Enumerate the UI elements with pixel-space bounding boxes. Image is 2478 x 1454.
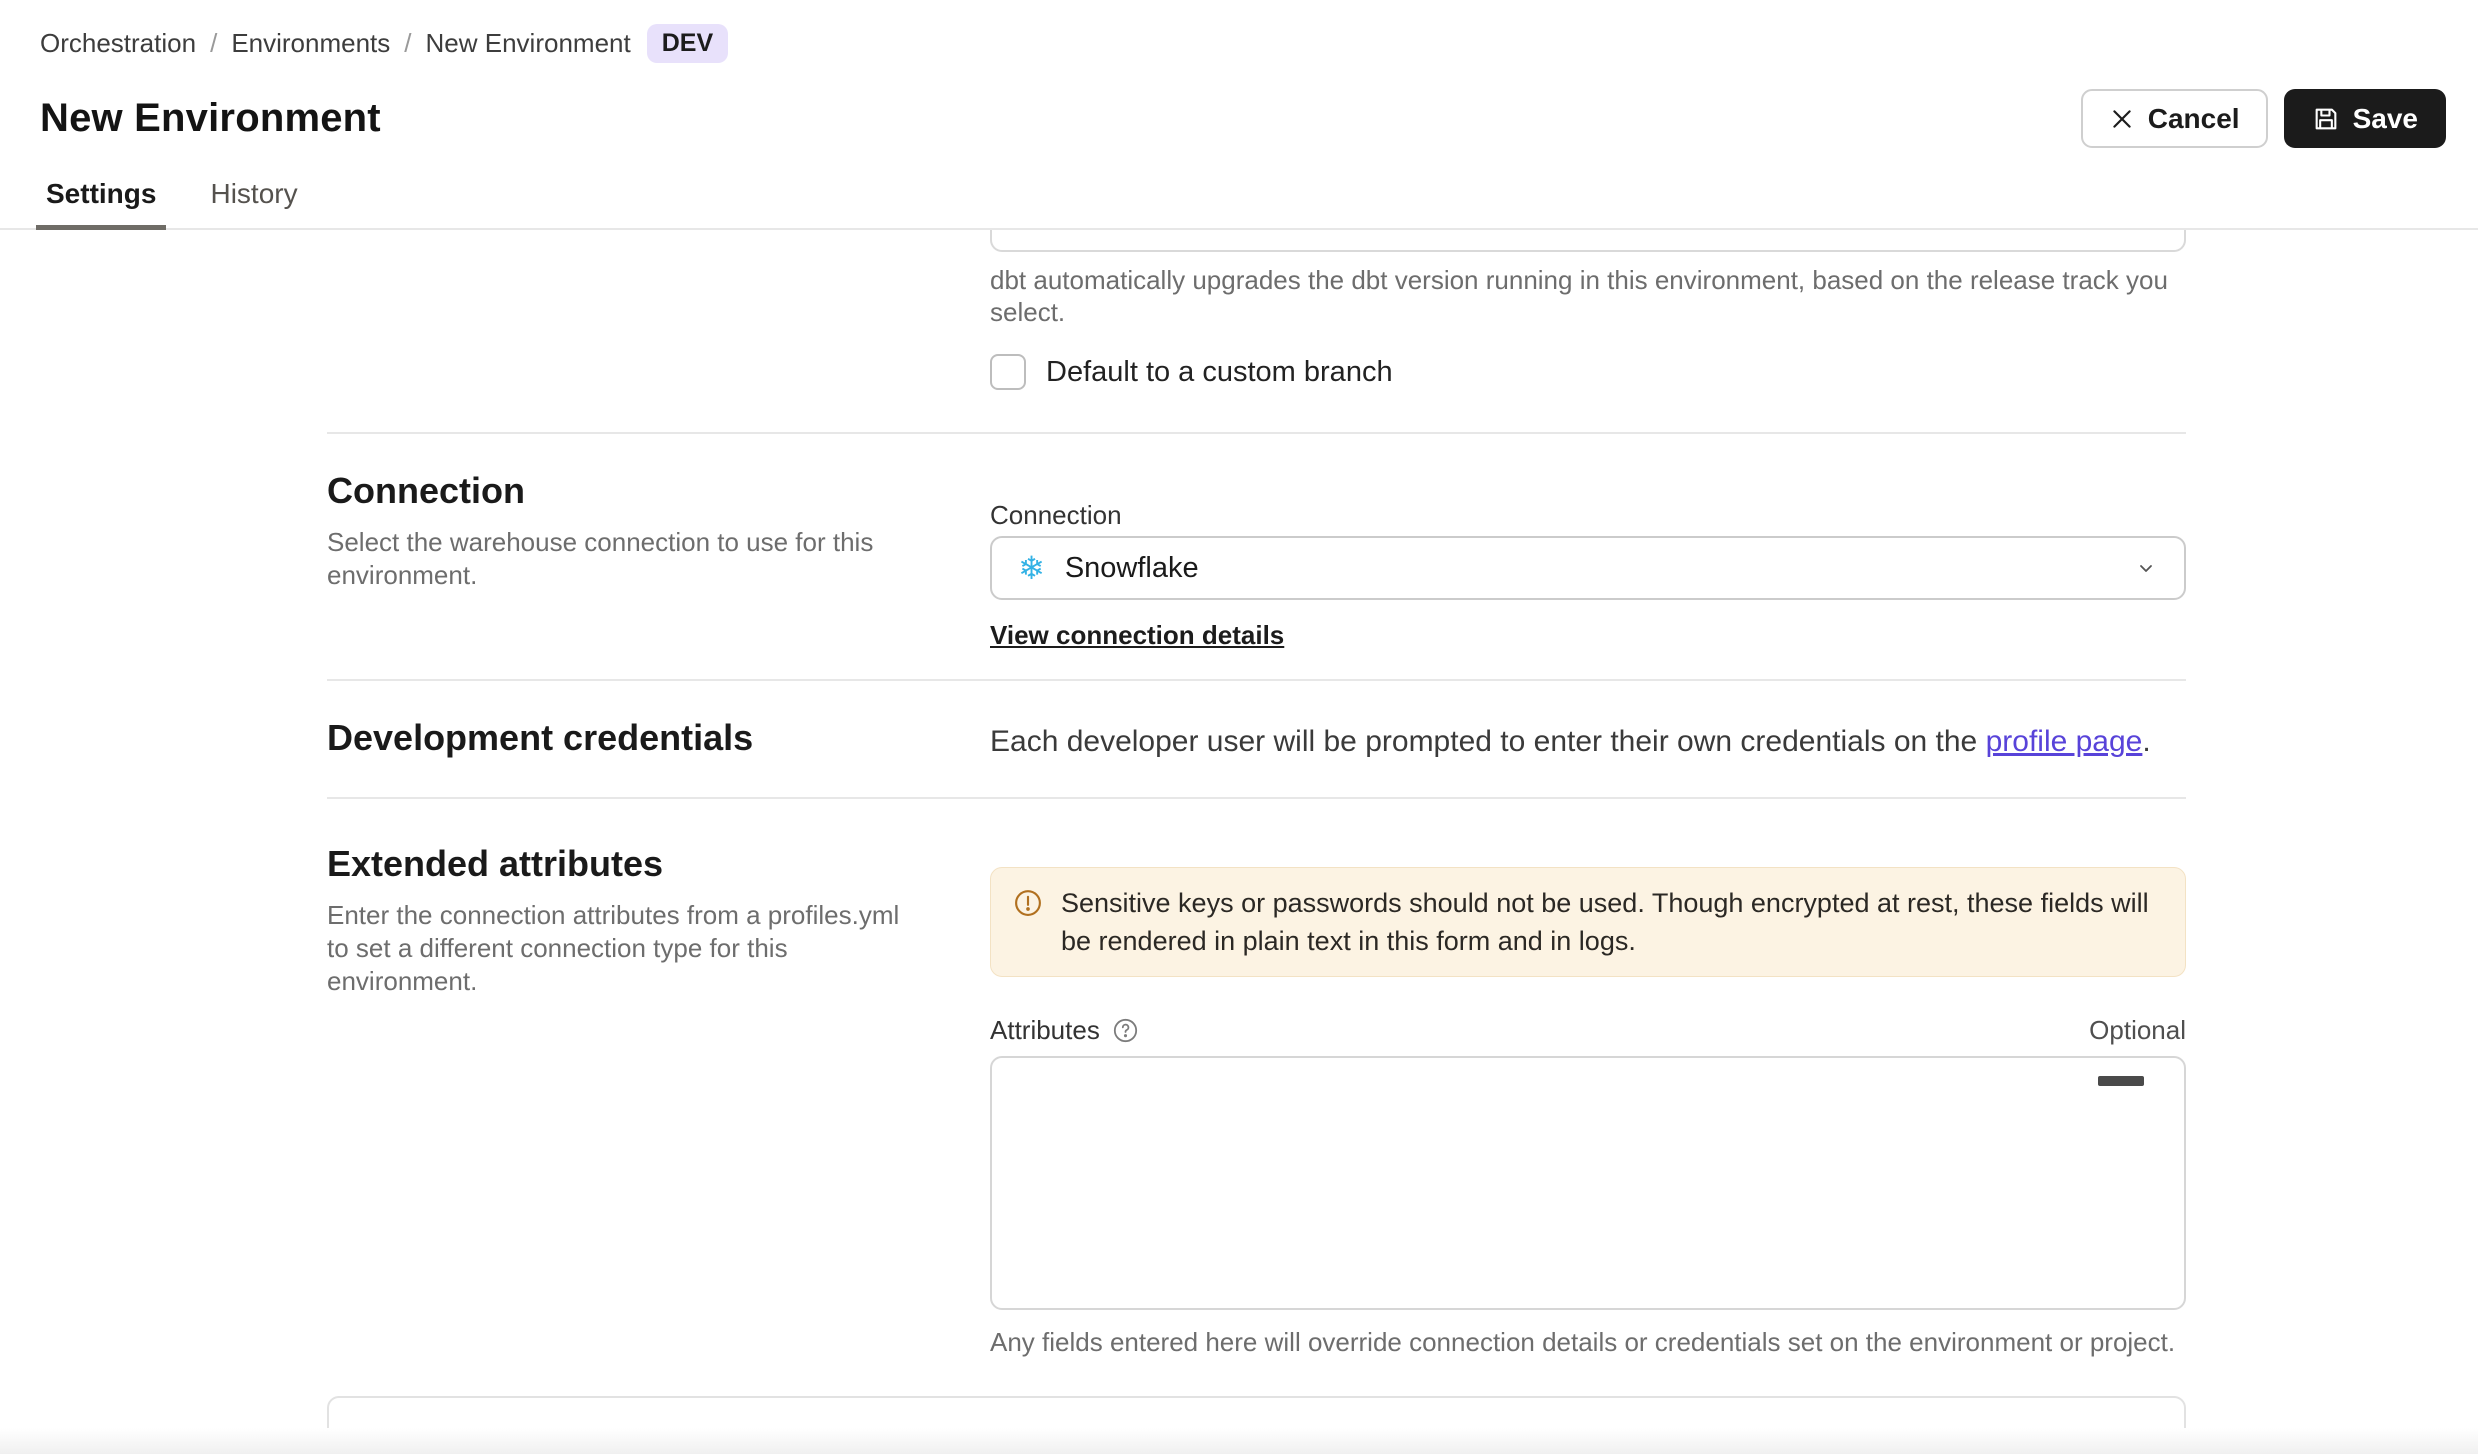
- attributes-helper: Any fields entered here will override co…: [990, 1326, 2186, 1358]
- page-header: Orchestration / Environments / New Envir…: [0, 0, 2478, 148]
- header-actions: Cancel Save: [2081, 89, 2446, 148]
- custom-branch-checkbox[interactable]: [990, 354, 1026, 390]
- view-connection-details-link[interactable]: View connection details: [990, 620, 1284, 651]
- development-credentials-text-before: Each developer user will be prompted to …: [990, 725, 1986, 758]
- tab-bar: Settings History: [0, 178, 2478, 230]
- connection-description: Select the warehouse connection to use f…: [327, 526, 947, 592]
- breadcrumb-item-orchestration[interactable]: Orchestration: [40, 28, 196, 59]
- save-button[interactable]: Save: [2284, 89, 2446, 148]
- close-icon: [2109, 106, 2135, 132]
- cancel-button-label: Cancel: [2148, 103, 2240, 135]
- warning-banner: Sensitive keys or passwords should not b…: [990, 867, 2186, 977]
- development-credentials-heading: Development credentials: [327, 717, 947, 759]
- profile-page-link[interactable]: profile page: [1986, 725, 2143, 758]
- extended-attributes-heading: Extended attributes: [327, 843, 947, 885]
- tab-settings[interactable]: Settings: [42, 178, 160, 228]
- alert-icon: [1013, 888, 1043, 918]
- custom-branch-row: Default to a custom branch: [990, 354, 2186, 390]
- tab-history[interactable]: History: [206, 178, 301, 228]
- connection-field-label: Connection: [990, 500, 2186, 530]
- warning-text: Sensitive keys or passwords should not b…: [1061, 884, 2163, 960]
- connection-select-value: Snowflake: [1065, 552, 2114, 585]
- breadcrumb-separator: /: [210, 28, 217, 59]
- connection-select[interactable]: ❄ Snowflake: [990, 536, 2186, 600]
- snowflake-icon: ❄: [1018, 552, 1045, 584]
- connection-heading: Connection: [327, 470, 947, 512]
- extended-attributes-description: Enter the connection attributes from a p…: [327, 899, 917, 998]
- development-credentials-text: Each developer user will be prompted to …: [990, 717, 2186, 761]
- page-bottom-fade: [0, 1428, 2478, 1454]
- development-credentials-section: Development credentials Each developer u…: [327, 681, 2186, 797]
- release-track-input[interactable]: [990, 230, 2186, 252]
- optional-label: Optional: [2089, 1015, 2186, 1046]
- page-title: New Environment: [40, 96, 381, 141]
- custom-branch-label: Default to a custom branch: [1046, 356, 1393, 389]
- attributes-label: Attributes: [990, 1015, 1100, 1046]
- extended-attributes-section: Extended attributes Enter the connection…: [327, 799, 2186, 1358]
- help-icon[interactable]: [1112, 1017, 1139, 1044]
- attributes-textarea[interactable]: [990, 1056, 2186, 1310]
- chevron-down-icon: [2134, 556, 2158, 580]
- breadcrumb-item-new-environment: New Environment: [426, 28, 631, 59]
- fold-marker-icon[interactable]: [2098, 1076, 2144, 1086]
- breadcrumb-separator: /: [404, 28, 411, 59]
- save-button-label: Save: [2353, 103, 2418, 135]
- save-icon: [2312, 105, 2340, 133]
- cancel-button[interactable]: Cancel: [2081, 89, 2268, 148]
- release-track-helper: dbt automatically upgrades the dbt versi…: [990, 264, 2186, 328]
- environment-type-badge: DEV: [647, 24, 728, 63]
- connection-section: Connection Select the warehouse connecti…: [327, 434, 2186, 679]
- settings-form: dbt automatically upgrades the dbt versi…: [327, 230, 2186, 1454]
- breadcrumb: Orchestration / Environments / New Envir…: [40, 24, 2446, 63]
- breadcrumb-item-environments[interactable]: Environments: [231, 28, 390, 59]
- development-credentials-text-after: .: [2142, 725, 2150, 758]
